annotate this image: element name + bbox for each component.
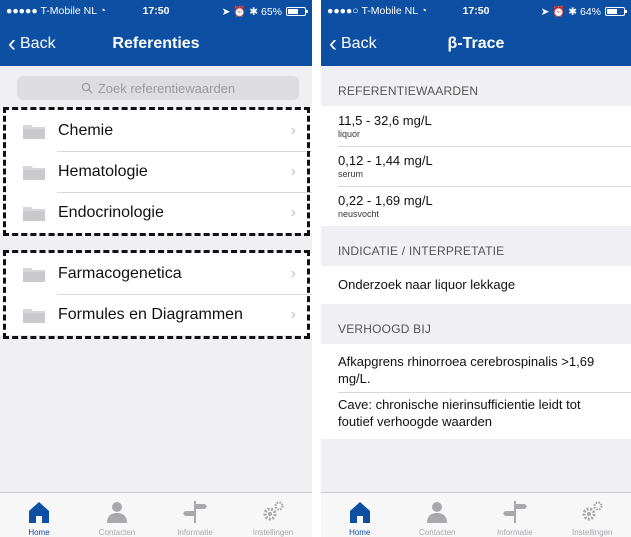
list-item-label: Chemie <box>58 121 114 139</box>
list-item-farmacogenetica[interactable]: Farmacogenetica › <box>0 253 312 294</box>
list-item-label: Farmacogenetica <box>58 264 182 282</box>
tab-informatie[interactable]: Informatie <box>476 493 554 537</box>
search-icon <box>81 82 93 94</box>
carrier-label: ●●●●○ T-Mobile NL ◔ <box>327 5 427 17</box>
tab-home[interactable]: Home <box>321 493 399 537</box>
status-indicators: ➤ ⏰ ✱ 64% <box>540 5 601 18</box>
folder-icon <box>23 165 45 180</box>
signpost-icon <box>183 501 207 523</box>
back-label: Back <box>20 35 56 52</box>
text-cell: Cave: chronische nierinsufficientie leid… <box>321 391 631 439</box>
list-item-label: Hematologie <box>58 162 148 180</box>
reference-material: neusvocht <box>338 209 380 219</box>
section-referentiewaarden: 11,5 - 32,6 mg/L liquor 0,12 - 1,44 mg/L… <box>321 106 631 226</box>
list-item-endocrinologie[interactable]: Endocrinologie › <box>0 192 312 233</box>
status-indicators: ➤ ⏰ ✱ 65% <box>221 5 282 18</box>
tab-contacten[interactable]: Contacten <box>399 493 477 537</box>
battery-icon <box>605 6 627 16</box>
category-group-main: Chemie › Hematologie › Endocrinologie › <box>0 110 312 233</box>
folder-icon <box>23 267 45 282</box>
person-icon <box>107 502 127 523</box>
chevron-right-icon: › <box>290 203 296 221</box>
search-placeholder: Zoek referentiewaarden <box>97 80 236 96</box>
chevron-right-icon: › <box>290 305 296 323</box>
text-cell: Afkapgrens rhinorroea cerebrospinalis >1… <box>321 344 631 392</box>
reference-material: liquor <box>338 129 361 139</box>
gears-icon <box>263 501 284 521</box>
nav-bar: ‹ Back Referenties <box>0 22 312 66</box>
signpost-icon <box>502 501 527 523</box>
folder-icon <box>23 308 45 323</box>
detail-content[interactable]: REFERENTIEWAARDEN 11,5 - 32,6 mg/L liquo… <box>321 66 631 492</box>
section-header: VERHOOGD BIJ <box>338 321 432 336</box>
chevron-right-icon: › <box>290 264 296 282</box>
list-item-label: Formules en Diagrammen <box>58 305 243 323</box>
list-item-label: Endocrinologie <box>58 203 164 221</box>
reference-value-cell: 0,22 - 1,69 mg/L neusvocht <box>321 186 631 226</box>
battery-icon <box>286 6 308 16</box>
folder-icon <box>23 206 45 221</box>
home-icon <box>349 502 370 523</box>
reference-material: serum <box>338 169 364 179</box>
section-header: INDICATIE / INTERPRETATIE <box>338 244 505 258</box>
elevated-text: Afkapgrens rhinorroea cerebrospinalis >1… <box>338 353 595 387</box>
status-bar: ●●●●● T-Mobile NL ◔ 17:50 ➤ ⏰ ✱ 65% <box>0 0 312 22</box>
chevron-right-icon: › <box>290 121 296 139</box>
tab-instellingen[interactable]: Instellingen <box>234 493 312 537</box>
back-button[interactable]: ‹ Back <box>329 22 377 66</box>
reference-value-cell: 0,12 - 1,44 mg/L serum <box>321 146 631 186</box>
search-input[interactable]: Zoek referentiewaarden <box>17 76 299 100</box>
reference-value: 0,12 - 1,44 mg/L <box>338 153 433 168</box>
tab-bar: Home Contacten Informatie Instellingen <box>321 492 631 537</box>
tab-home[interactable]: Home <box>0 493 78 537</box>
section-header: REFERENTIEWAARDEN <box>338 84 479 98</box>
tab-bar: Home Contacten Informatie Instellingen <box>0 492 312 537</box>
reference-value: 11,5 - 32,6 mg/L <box>338 113 432 128</box>
folder-icon <box>23 124 45 139</box>
elevated-text: Cave: chronische nierinsufficientie leid… <box>338 396 581 430</box>
carrier-label: ●●●●● T-Mobile NL ◔ <box>6 5 106 17</box>
home-icon <box>29 502 49 523</box>
tab-contacten[interactable]: Contacten <box>78 493 156 537</box>
back-label: Back <box>341 35 377 52</box>
section-indicatie: Onderzoek naar liquor lekkage <box>321 266 631 304</box>
person-icon <box>427 502 448 523</box>
list-item-chemie[interactable]: Chemie › <box>0 110 312 151</box>
screen-referenties: ●●●●● T-Mobile NL ◔ 17:50 ➤ ⏰ ✱ 65% ‹ Ba… <box>0 0 312 537</box>
text-cell: Onderzoek naar liquor lekkage <box>321 266 631 304</box>
reference-value: 0,22 - 1,69 mg/L <box>338 193 433 208</box>
status-bar: ●●●●○ T-Mobile NL ◔ 17:50 ➤ ⏰ ✱ 64% <box>321 0 631 22</box>
chevron-right-icon: › <box>290 162 296 180</box>
section-verhoogd-bij: Afkapgrens rhinorroea cerebrospinalis >1… <box>321 343 631 439</box>
category-group-extra: Farmacogenetica › Formules en Diagrammen… <box>0 253 312 335</box>
chevron-left-icon: ‹ <box>8 30 16 57</box>
nav-bar: ‹ Back β-Trace <box>321 22 631 66</box>
tab-informatie[interactable]: Informatie <box>156 493 234 537</box>
list-item-hematologie[interactable]: Hematologie › <box>0 151 312 192</box>
screen-beta-trace: ●●●●○ T-Mobile NL ◔ 17:50 ➤ ⏰ ✱ 64% ‹ Ba… <box>321 0 631 537</box>
list-item-formules[interactable]: Formules en Diagrammen › <box>0 294 312 335</box>
tab-instellingen[interactable]: Instellingen <box>554 493 631 537</box>
gears-icon <box>582 501 603 521</box>
chevron-left-icon: ‹ <box>329 30 337 57</box>
reference-value-cell: 11,5 - 32,6 mg/L liquor <box>321 106 631 146</box>
back-button[interactable]: ‹ Back <box>8 22 56 66</box>
indication-text: Onderzoek naar liquor lekkage <box>338 277 516 292</box>
